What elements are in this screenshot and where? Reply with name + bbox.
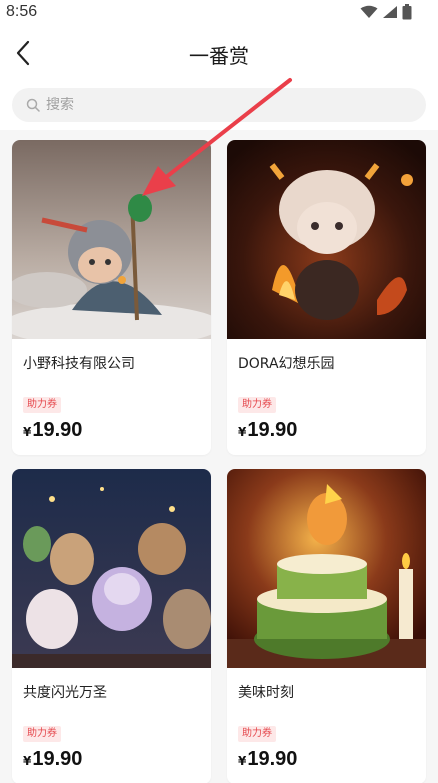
price-value: 19.90 [247, 419, 298, 441]
product-card[interactable]: 共度闪光万圣 助力券 ¥19.90 [12, 469, 211, 783]
product-image [12, 140, 211, 339]
search-icon [26, 98, 40, 112]
product-price: ¥19.90 [227, 742, 426, 771]
currency-symbol: ¥ [238, 754, 247, 768]
product-image [227, 469, 426, 668]
product-name: 小野科技有限公司 [23, 356, 135, 372]
status-bar: 8:56 [0, 0, 438, 26]
battery-icon [402, 4, 412, 20]
coupon-badge: 助力券 [23, 397, 61, 413]
product-card[interactable]: DORA幻想乐园 助力券 ¥19.90 [227, 140, 426, 455]
cellular-signal-icon [383, 6, 397, 18]
product-card[interactable]: 美味时刻 助力券 ¥19.90 [227, 469, 426, 783]
search-bar [0, 80, 438, 130]
product-price: ¥19.90 [12, 742, 211, 771]
coupon-badge: 助力券 [23, 726, 61, 742]
price-value: 19.90 [32, 419, 83, 441]
search-input[interactable] [46, 97, 406, 113]
product-image [227, 140, 426, 339]
search-box[interactable] [12, 88, 426, 122]
product-name: 共度闪光万圣 [23, 685, 107, 701]
wifi-icon [360, 5, 378, 18]
status-icons [360, 4, 412, 20]
price-value: 19.90 [32, 748, 83, 770]
product-price: ¥19.90 [227, 413, 426, 442]
product-grid: 小野科技有限公司 助力券 ¥19.90 DORA幻想乐园 助力券 ¥19.90 … [12, 140, 426, 783]
currency-symbol: ¥ [23, 425, 32, 439]
product-price: ¥19.90 [12, 413, 211, 442]
product-image [12, 469, 211, 668]
coupon-badge: 助力券 [238, 397, 276, 413]
product-name: 美味时刻 [238, 685, 294, 701]
status-time: 8:56 [6, 3, 38, 20]
currency-symbol: ¥ [238, 425, 247, 439]
currency-symbol: ¥ [23, 754, 32, 768]
product-name: DORA幻想乐园 [238, 356, 335, 372]
coupon-badge: 助力券 [238, 726, 276, 742]
page-title: 一番赏 [189, 44, 249, 68]
header-bar: 一番赏 [0, 26, 438, 80]
product-card[interactable]: 小野科技有限公司 助力券 ¥19.90 [12, 140, 211, 455]
price-value: 19.90 [247, 748, 298, 770]
